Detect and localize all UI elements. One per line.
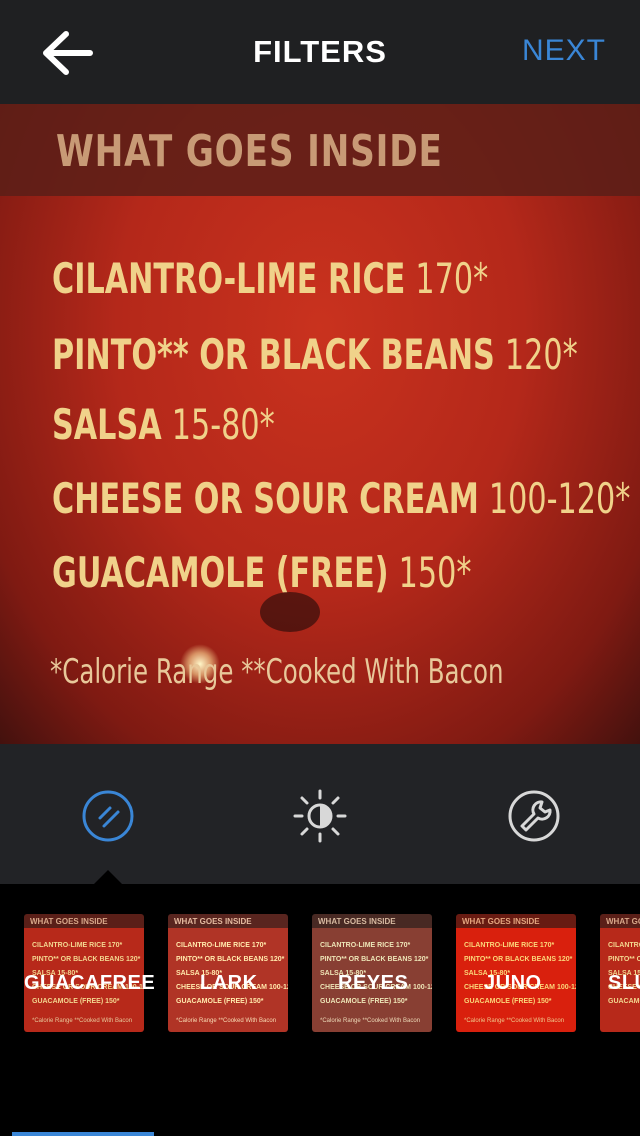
next-button[interactable]: NEXT xyxy=(522,34,606,68)
lux-tool-button[interactable] xyxy=(292,788,348,844)
sign-line: PINTO** OR BLACK BEANS 120* xyxy=(52,330,578,379)
photo-preview: WHAT GOES INSIDE CILANTRO-LIME RICE 170* … xyxy=(0,104,640,744)
filter-item-lark[interactable]: WHAT GOES INSIDE CILANTRO-LIME RICE 170*… xyxy=(160,884,304,1136)
filter-tool-button[interactable] xyxy=(80,788,136,844)
filter-label: LARK xyxy=(200,972,258,994)
wrench-icon xyxy=(508,790,560,842)
filter-item-juno[interactable]: WHAT GOES INSIDE CILANTRO-LIME RICE 170*… xyxy=(448,884,592,1136)
selected-filter-indicator xyxy=(12,1132,154,1136)
filter-label: REYES xyxy=(338,972,409,994)
filter-icon xyxy=(82,790,134,842)
tool-bar xyxy=(0,744,640,884)
filter-strip[interactable]: WHAT GOES INSIDE CILANTRO-LIME RICE 170*… xyxy=(0,884,640,1136)
filter-label: GUACAFREE xyxy=(24,972,156,994)
active-tool-pointer xyxy=(94,870,122,884)
brightness-icon xyxy=(293,789,347,843)
sign-line: SALSA 15-80* xyxy=(52,400,275,449)
top-bar: FILTERS NEXT xyxy=(0,0,640,104)
sign-footnote: *Calorie Range **Cooked With Bacon xyxy=(50,652,504,692)
filter-item-reyes[interactable]: WHAT GOES INSIDE CILANTRO-LIME RICE 170*… xyxy=(304,884,448,1136)
sign-line: CILANTRO-LIME RICE 170* xyxy=(52,254,489,303)
filter-item-slu[interactable]: WHAT GOES INSIDE CILANTRO-LIME RICE 170*… xyxy=(592,884,640,1136)
edit-tool-button[interactable] xyxy=(506,788,562,844)
filter-item-guacafree[interactable]: WHAT GOES INSIDE CILANTRO-LIME RICE 170*… xyxy=(0,884,160,1136)
reflection xyxy=(260,592,320,632)
filter-label: JUNO xyxy=(484,972,542,994)
filter-label: SLU xyxy=(608,972,640,994)
sign-line: GUACAMOLE (FREE) 150* xyxy=(52,548,472,597)
sign-heading: WHAT GOES INSIDE xyxy=(56,126,443,177)
sign-line: CHEESE OR SOUR CREAM 100-120* xyxy=(52,474,631,523)
